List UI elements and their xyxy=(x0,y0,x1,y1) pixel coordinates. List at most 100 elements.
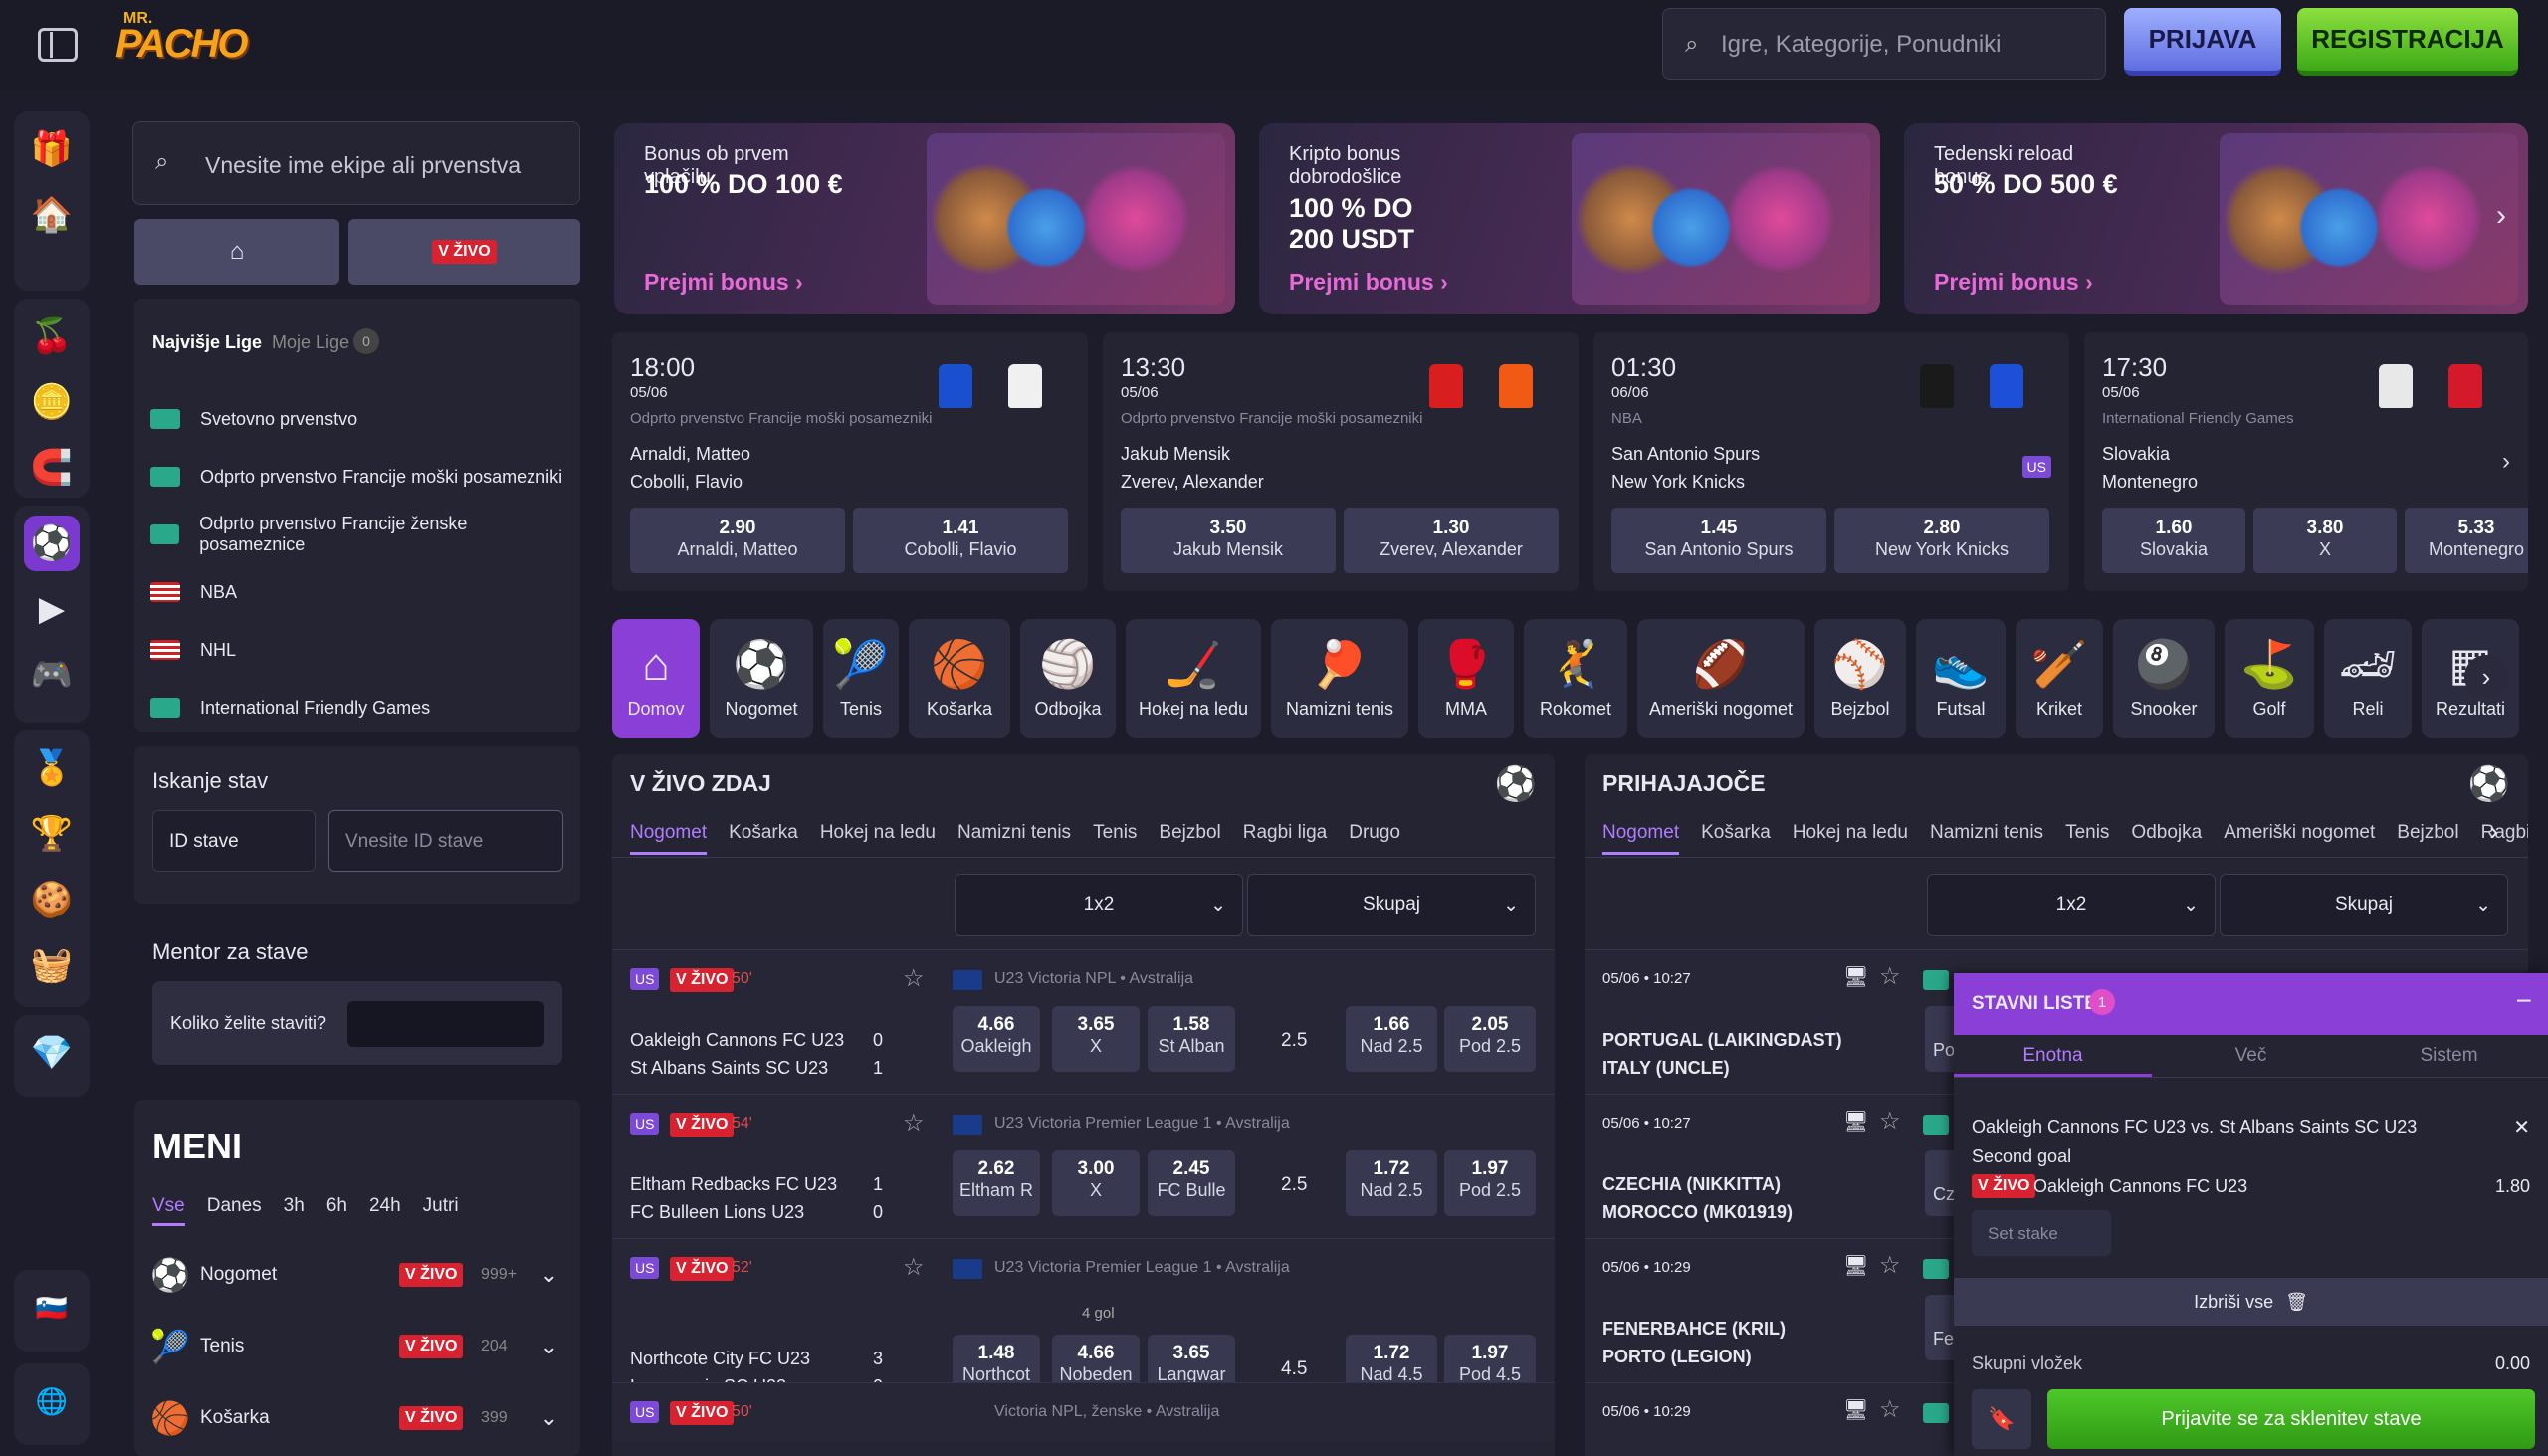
odds-button[interactable]: 2.62 Eltham R xyxy=(953,1150,1040,1216)
login-button[interactable]: PRIJAVA xyxy=(2124,8,2281,76)
chip-icon[interactable]: 🪙 xyxy=(24,374,80,430)
sport-5[interactable]: 🏒 Hokej na ledu xyxy=(1126,619,1261,738)
login-to-bet-button[interactable]: Prijavite se za sklenitev stave xyxy=(2047,1389,2535,1449)
live-match-row[interactable]: US V ŽIVO 54' ☆ U23 Victoria Premier League … xyxy=(612,1094,1555,1238)
menu-filter-1[interactable]: Danes xyxy=(207,1195,262,1226)
league-item[interactable]: Svetovno prvenstvo xyxy=(150,390,568,448)
odds-button[interactable]: 3.65 X xyxy=(1052,1006,1140,1072)
sport-14[interactable]: ⛳ Golf xyxy=(2225,619,2314,738)
star-icon[interactable]: ☆ xyxy=(903,964,925,993)
slovenia-flag-icon[interactable]: 🇸🇮 xyxy=(24,1280,80,1336)
team-search-input[interactable]: ⌕ Vnesite ime ekipe ali prvenstva xyxy=(132,121,580,205)
promo-cta[interactable]: Prejmi bonus › xyxy=(1934,269,2093,296)
menu-item[interactable]: ⚽ Nogomet V ŽIVO 999+ ⌄ xyxy=(150,1239,568,1311)
promo-banner[interactable]: Bonus ob prvem vplačilu 100 % DO 100 € Pre… xyxy=(614,123,1235,314)
tab-3[interactable]: Namizni tenis xyxy=(957,822,1071,855)
sport-10[interactable]: ⚾ Bejzbol xyxy=(1814,619,1906,738)
star-icon[interactable]: ☆ xyxy=(1879,1251,1901,1280)
sport-2[interactable]: 🎾 Tenis xyxy=(823,619,899,738)
odds-button[interactable]: 5.33 Montenegro xyxy=(2405,508,2528,573)
bookmark-icon[interactable]: 🔖 xyxy=(1972,1389,2031,1449)
bet-id-input[interactable]: Vnesite ID stave xyxy=(328,810,563,872)
star-icon[interactable]: ☆ xyxy=(1879,1107,1901,1136)
tab-5[interactable]: Odbojka xyxy=(2131,822,2202,855)
odds-button[interactable]: 3.50 Jakub Mensik xyxy=(1121,508,1336,573)
odds-button[interactable]: 3.00 X xyxy=(1052,1150,1140,1216)
league-item[interactable]: NBA xyxy=(150,563,568,621)
odds-button[interactable]: 2.80 New York Knicks xyxy=(1834,508,2049,573)
menu-filter-5[interactable]: Jutri xyxy=(423,1195,459,1226)
total-dropdown[interactable]: Skupaj ⌄ xyxy=(1247,874,1536,936)
basket-icon[interactable]: 🧺 xyxy=(24,937,80,993)
odds-button[interactable]: 1.58 St Alban xyxy=(1148,1006,1235,1072)
match-card[interactable]: 01:30 06/06 NBA San Antonio Spurs New York K… xyxy=(1593,332,2069,591)
cookie-icon[interactable]: 🍪 xyxy=(24,872,80,928)
chevron-right-icon[interactable]: › xyxy=(2496,448,2516,475)
live-match-row[interactable]: US V ŽIVO 52' ☆ U23 Victoria Premier League … xyxy=(612,1238,1555,1400)
menu-item[interactable]: 🏀 Košarka V ŽIVO 399 ⌄ xyxy=(150,1382,568,1454)
magnet-icon[interactable]: 🧲 xyxy=(24,440,80,496)
promo-cta[interactable]: Prejmi bonus › xyxy=(644,269,803,296)
medal-icon[interactable]: 🏅 xyxy=(24,740,80,796)
match-card[interactable]: 13:30 05/06 Odprto prvenstvo Francije mošk… xyxy=(1103,332,1579,591)
my-leagues-tab[interactable]: Moje Lige xyxy=(272,332,349,353)
betslip-tab-0[interactable]: Enotna xyxy=(1954,1035,2152,1077)
sport-7[interactable]: 🥊 MMA xyxy=(1418,619,1514,738)
odds-button[interactable]: 2.45 FC Bulle xyxy=(1148,1150,1235,1216)
odds-button[interactable]: 2.05 Pod 2.5 xyxy=(1444,1006,1536,1072)
home-filter-button[interactable]: ⌂ xyxy=(134,219,339,285)
tab-1[interactable]: Košarka xyxy=(729,822,798,855)
sport-6[interactable]: 🏓 Namizni tenis xyxy=(1271,619,1408,738)
odds-button[interactable]: 2.90 Arnaldi, Matteo xyxy=(630,508,845,573)
tab-7[interactable]: Bejzbol xyxy=(2397,822,2458,855)
tab-7[interactable]: Drugo xyxy=(1349,822,1400,855)
sport-3[interactable]: 🏀 Košarka xyxy=(909,619,1010,738)
minimize-icon[interactable]: − xyxy=(2516,985,2532,1017)
odds-button[interactable]: 3.80 X xyxy=(2253,508,2397,573)
tab-4[interactable]: Tenis xyxy=(2065,822,2109,855)
market-dropdown[interactable]: 1x2 ⌄ xyxy=(1927,874,2216,936)
logo[interactable]: MR. PACHO xyxy=(115,10,265,80)
match-card[interactable]: 18:00 05/06 Odprto prvenstvo Francije mošk… xyxy=(612,332,1088,591)
cherries-icon[interactable]: 🍒 xyxy=(24,309,80,364)
sport-12[interactable]: 🏏 Kriket xyxy=(2016,619,2103,738)
menu-item[interactable]: 🎾 Tenis V ŽIVO 204 ⌄ xyxy=(150,1311,568,1382)
tab-1[interactable]: Košarka xyxy=(1701,822,1771,855)
close-icon[interactable]: ✕ xyxy=(2513,1115,2530,1140)
gift-icon[interactable]: 🎁 xyxy=(24,121,80,177)
menu-filter-4[interactable]: 24h xyxy=(369,1195,401,1226)
trophy-icon[interactable]: 🏆 xyxy=(24,806,80,862)
bet-id-label[interactable]: ID stave xyxy=(152,810,316,872)
tab-6[interactable]: Ameriški nogomet xyxy=(2224,822,2375,855)
sport-4[interactable]: 🏐 Odbojka xyxy=(1020,619,1116,738)
globe-icon[interactable]: 🌐 xyxy=(24,1373,80,1429)
menu-filter-0[interactable]: Vse xyxy=(152,1195,185,1226)
betslip-tab-1[interactable]: Več xyxy=(2152,1035,2350,1077)
odds-button[interactable]: 1.30 Zverev, Alexander xyxy=(1344,508,1559,573)
league-item[interactable]: NHL xyxy=(150,621,568,679)
sport-1[interactable]: ⚽ Nogomet xyxy=(710,619,813,738)
odds-button[interactable]: 1.41 Cobolli, Flavio xyxy=(853,508,1068,573)
tab-8[interactable]: Ragbi liga xyxy=(2481,822,2528,855)
stake-amount-input[interactable] xyxy=(347,1001,544,1047)
gamepad-icon[interactable]: 🎮 xyxy=(24,647,80,703)
tab-0[interactable]: Nogomet xyxy=(630,822,708,855)
promo-next-icon[interactable]: › xyxy=(2496,199,2506,233)
chevron-right-icon[interactable]: › xyxy=(2489,816,2498,847)
sport-13[interactable]: 🎱 Snooker xyxy=(2113,619,2215,738)
odds-button[interactable]: 4.66 Oakleigh xyxy=(953,1006,1040,1072)
stake-input[interactable]: Set stake xyxy=(1972,1210,2111,1256)
tab-5[interactable]: Bejzbol xyxy=(1159,822,1220,855)
star-icon[interactable]: ☆ xyxy=(903,1253,925,1282)
odds-button[interactable]: 1.66 Nad 2.5 xyxy=(1346,1006,1437,1072)
chevron-down-icon[interactable]: ⌄ xyxy=(540,1334,558,1359)
sport-8[interactable]: 🤾 Rokomet xyxy=(1524,619,1627,738)
tab-2[interactable]: Hokej na ledu xyxy=(820,822,936,855)
sport-15[interactable]: 🏎 Reli xyxy=(2324,619,2412,738)
league-item[interactable]: Odprto prvenstvo Francije ženske posamez… xyxy=(150,506,568,563)
star-icon[interactable]: ☆ xyxy=(1879,1395,1901,1424)
odds-button[interactable]: 1.45 San Antonio Spurs xyxy=(1611,508,1826,573)
search-bar[interactable]: ⌕ Igre, Kategorije, Ponudniki xyxy=(1662,8,2106,80)
tab-4[interactable]: Tenis xyxy=(1093,822,1137,855)
odds-button[interactable]: 1.97 Pod 2.5 xyxy=(1444,1150,1536,1216)
